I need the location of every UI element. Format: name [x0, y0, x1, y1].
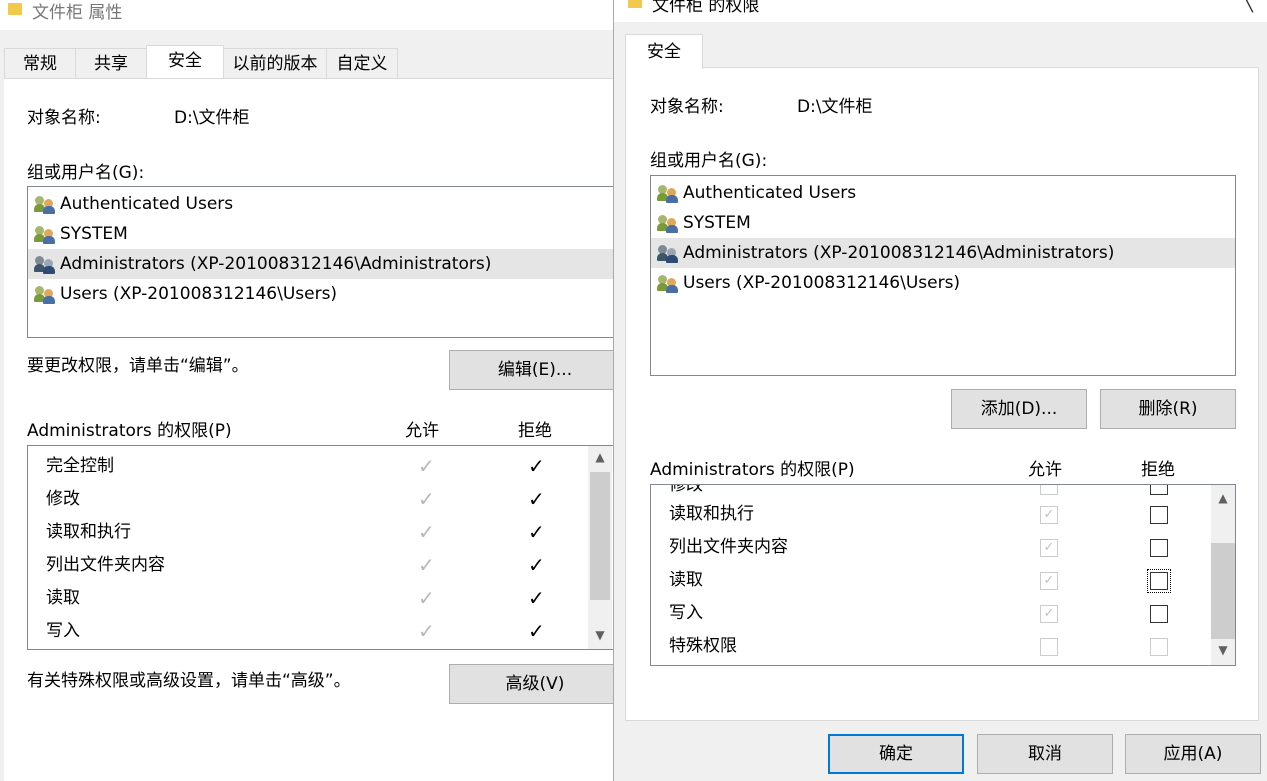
list-item[interactable]: SYSTEM — [28, 219, 613, 249]
list-item[interactable]: Users (XP-201008312146\Users) — [28, 279, 613, 309]
tab-security[interactable]: 安全 — [625, 34, 703, 69]
close-icon[interactable]: ╲ — [1242, 0, 1253, 13]
scroll-up-icon[interactable]: ▲ — [1211, 491, 1235, 505]
permission-row: 读取和执行 ✓ ✓ — [28, 516, 588, 549]
window-title: 文件柜 属性 — [32, 3, 123, 23]
list-item[interactable]: Users (XP-201008312146\Users) — [651, 268, 1235, 298]
allow-checkbox[interactable] — [1040, 485, 1058, 495]
window-title: 文件柜 的权限 — [652, 0, 760, 16]
user-group-icon — [657, 215, 679, 233]
allow-header: 允许 — [1028, 460, 1062, 480]
deny-checkbox[interactable] — [1150, 539, 1168, 557]
allow-checkbox[interactable]: ✓ — [1040, 605, 1058, 623]
scrollbar[interactable]: ▲ ▼ — [588, 446, 612, 649]
allow-checkbox[interactable]: ✓ — [1040, 506, 1058, 524]
allow-checkbox[interactable]: ✓ — [1040, 572, 1058, 590]
edit-hint: 要更改权限，请单击“编辑”。 — [27, 356, 249, 376]
user-group-icon — [34, 226, 56, 244]
scroll-down-icon[interactable]: ▼ — [588, 628, 612, 642]
allow-check-icon: ✓ — [418, 586, 435, 610]
allow-checkbox[interactable] — [1040, 638, 1058, 656]
group-user-label: 组或用户名(G): — [27, 163, 145, 183]
deny-check-icon: ✓ — [528, 586, 545, 610]
properties-window: 文件柜 属性 常规 共享 安全 以前的版本 自定义 对象名称: D:\文件柜 组… — [0, 0, 613, 781]
allow-check-icon: ✓ — [418, 454, 435, 478]
permissions-header: Administrators 的权限(P) — [650, 460, 855, 480]
permission-row: 列出文件夹内容 ✓ — [651, 531, 1211, 564]
allow-checkbox[interactable]: ✓ — [1040, 539, 1058, 557]
list-item-selected[interactable]: Administrators (XP-201008312146\Administ… — [651, 238, 1235, 268]
deny-checkbox[interactable] — [1150, 506, 1168, 524]
permission-row: 写入 ✓ — [651, 597, 1211, 630]
scrollbar[interactable]: ▲ ▼ — [1211, 485, 1235, 665]
tab-general[interactable]: 常规 — [4, 48, 76, 79]
permission-row: 读取 ✓ — [651, 564, 1211, 597]
user-group-icon — [34, 286, 56, 304]
scrollbar-thumb[interactable] — [1211, 543, 1235, 639]
deny-checkbox-focused[interactable] — [1147, 569, 1171, 593]
apply-button[interactable]: 应用(A) — [1125, 734, 1261, 774]
allow-check-icon: ✓ — [418, 487, 435, 511]
advanced-hint: 有关特殊权限或高级设置，请单击“高级”。 — [27, 671, 351, 691]
deny-check-icon: ✓ — [528, 454, 545, 478]
user-list[interactable]: Authenticated Users SYSTEM Administrator… — [27, 186, 613, 338]
permissions-window: 文件柜 的权限 ╲ 安全 对象名称: D:\文件柜 组或用户名(G): Auth… — [613, 0, 1267, 781]
permission-row: 修改 ✓ ✓ — [28, 483, 588, 516]
permissions-list[interactable]: 完全控制 ✓ ✓ 修改 ✓ ✓ 读取和执行 ✓ ✓ 列出文件夹内容 ✓ ✓ 读取… — [27, 445, 613, 650]
advanced-button[interactable]: 高级(V) — [449, 664, 613, 704]
deny-header: 拒绝 — [1141, 460, 1175, 480]
object-name-value: D:\文件柜 — [797, 97, 873, 117]
deny-check-icon: ✓ — [528, 520, 545, 544]
user-group-icon — [657, 185, 679, 203]
folder-icon — [8, 3, 22, 15]
deny-check-icon: ✓ — [528, 487, 545, 511]
deny-check-icon: ✓ — [528, 553, 545, 577]
deny-checkbox[interactable] — [1150, 605, 1168, 623]
deny-checkbox[interactable] — [1150, 638, 1168, 656]
deny-check-icon: ✓ — [528, 619, 545, 643]
allow-header: 允许 — [405, 421, 439, 441]
user-group-icon — [34, 196, 56, 214]
allow-check-icon: ✓ — [418, 619, 435, 643]
permissions-header: Administrators 的权限(P) — [27, 421, 232, 441]
tab-customize[interactable]: 自定义 — [326, 48, 398, 79]
add-button[interactable]: 添加(D)... — [951, 389, 1087, 429]
tab-sharing[interactable]: 共享 — [75, 48, 147, 79]
list-item-selected[interactable]: Administrators (XP-201008312146\Administ… — [28, 249, 613, 279]
folder-icon — [628, 0, 642, 8]
tab-security[interactable]: 安全 — [146, 45, 224, 80]
allow-check-icon: ✓ — [418, 553, 435, 577]
object-name-label: 对象名称: — [27, 108, 101, 128]
deny-checkbox[interactable] — [1150, 485, 1168, 495]
object-name-label: 对象名称: — [650, 97, 724, 117]
permissions-list[interactable]: 修改 读取和执行 ✓ 列出文件夹内容 ✓ 读取 ✓ 写入 ✓ 特殊权限 ▲ ▼ — [650, 484, 1236, 666]
title-bar: 文件柜 的权限 ╲ — [614, 0, 1267, 22]
ok-button[interactable]: 确定 — [828, 734, 964, 774]
permission-row: 读取 ✓ ✓ — [28, 582, 588, 615]
user-group-icon — [657, 245, 679, 263]
tab-previous-versions[interactable]: 以前的版本 — [223, 48, 327, 79]
permission-row: 完全控制 ✓ ✓ — [28, 450, 588, 483]
title-bar: 文件柜 属性 — [0, 0, 613, 30]
permission-row: 列出文件夹内容 ✓ ✓ — [28, 549, 588, 582]
cancel-button[interactable]: 取消 — [977, 734, 1113, 774]
user-list[interactable]: Authenticated Users SYSTEM Administrator… — [650, 175, 1236, 376]
allow-check-icon: ✓ — [418, 520, 435, 544]
scrollbar-thumb[interactable] — [590, 472, 610, 600]
deny-header: 拒绝 — [518, 421, 552, 441]
user-group-icon — [657, 275, 679, 293]
scroll-down-icon[interactable]: ▼ — [1211, 643, 1235, 657]
permission-row: 特殊权限 — [651, 630, 1211, 663]
group-user-label: 组或用户名(G): — [650, 151, 768, 171]
user-group-icon — [34, 256, 56, 274]
permission-row: 写入 ✓ ✓ — [28, 615, 588, 648]
list-item[interactable]: SYSTEM — [651, 208, 1235, 238]
permission-row: 读取和执行 ✓ — [651, 498, 1211, 531]
list-item[interactable]: Authenticated Users — [28, 189, 613, 219]
remove-button[interactable]: 删除(R) — [1100, 389, 1236, 429]
list-item[interactable]: Authenticated Users — [651, 178, 1235, 208]
scroll-up-icon[interactable]: ▲ — [588, 450, 612, 464]
edit-button[interactable]: 编辑(E)... — [449, 350, 613, 390]
object-name-value: D:\文件柜 — [174, 108, 250, 128]
